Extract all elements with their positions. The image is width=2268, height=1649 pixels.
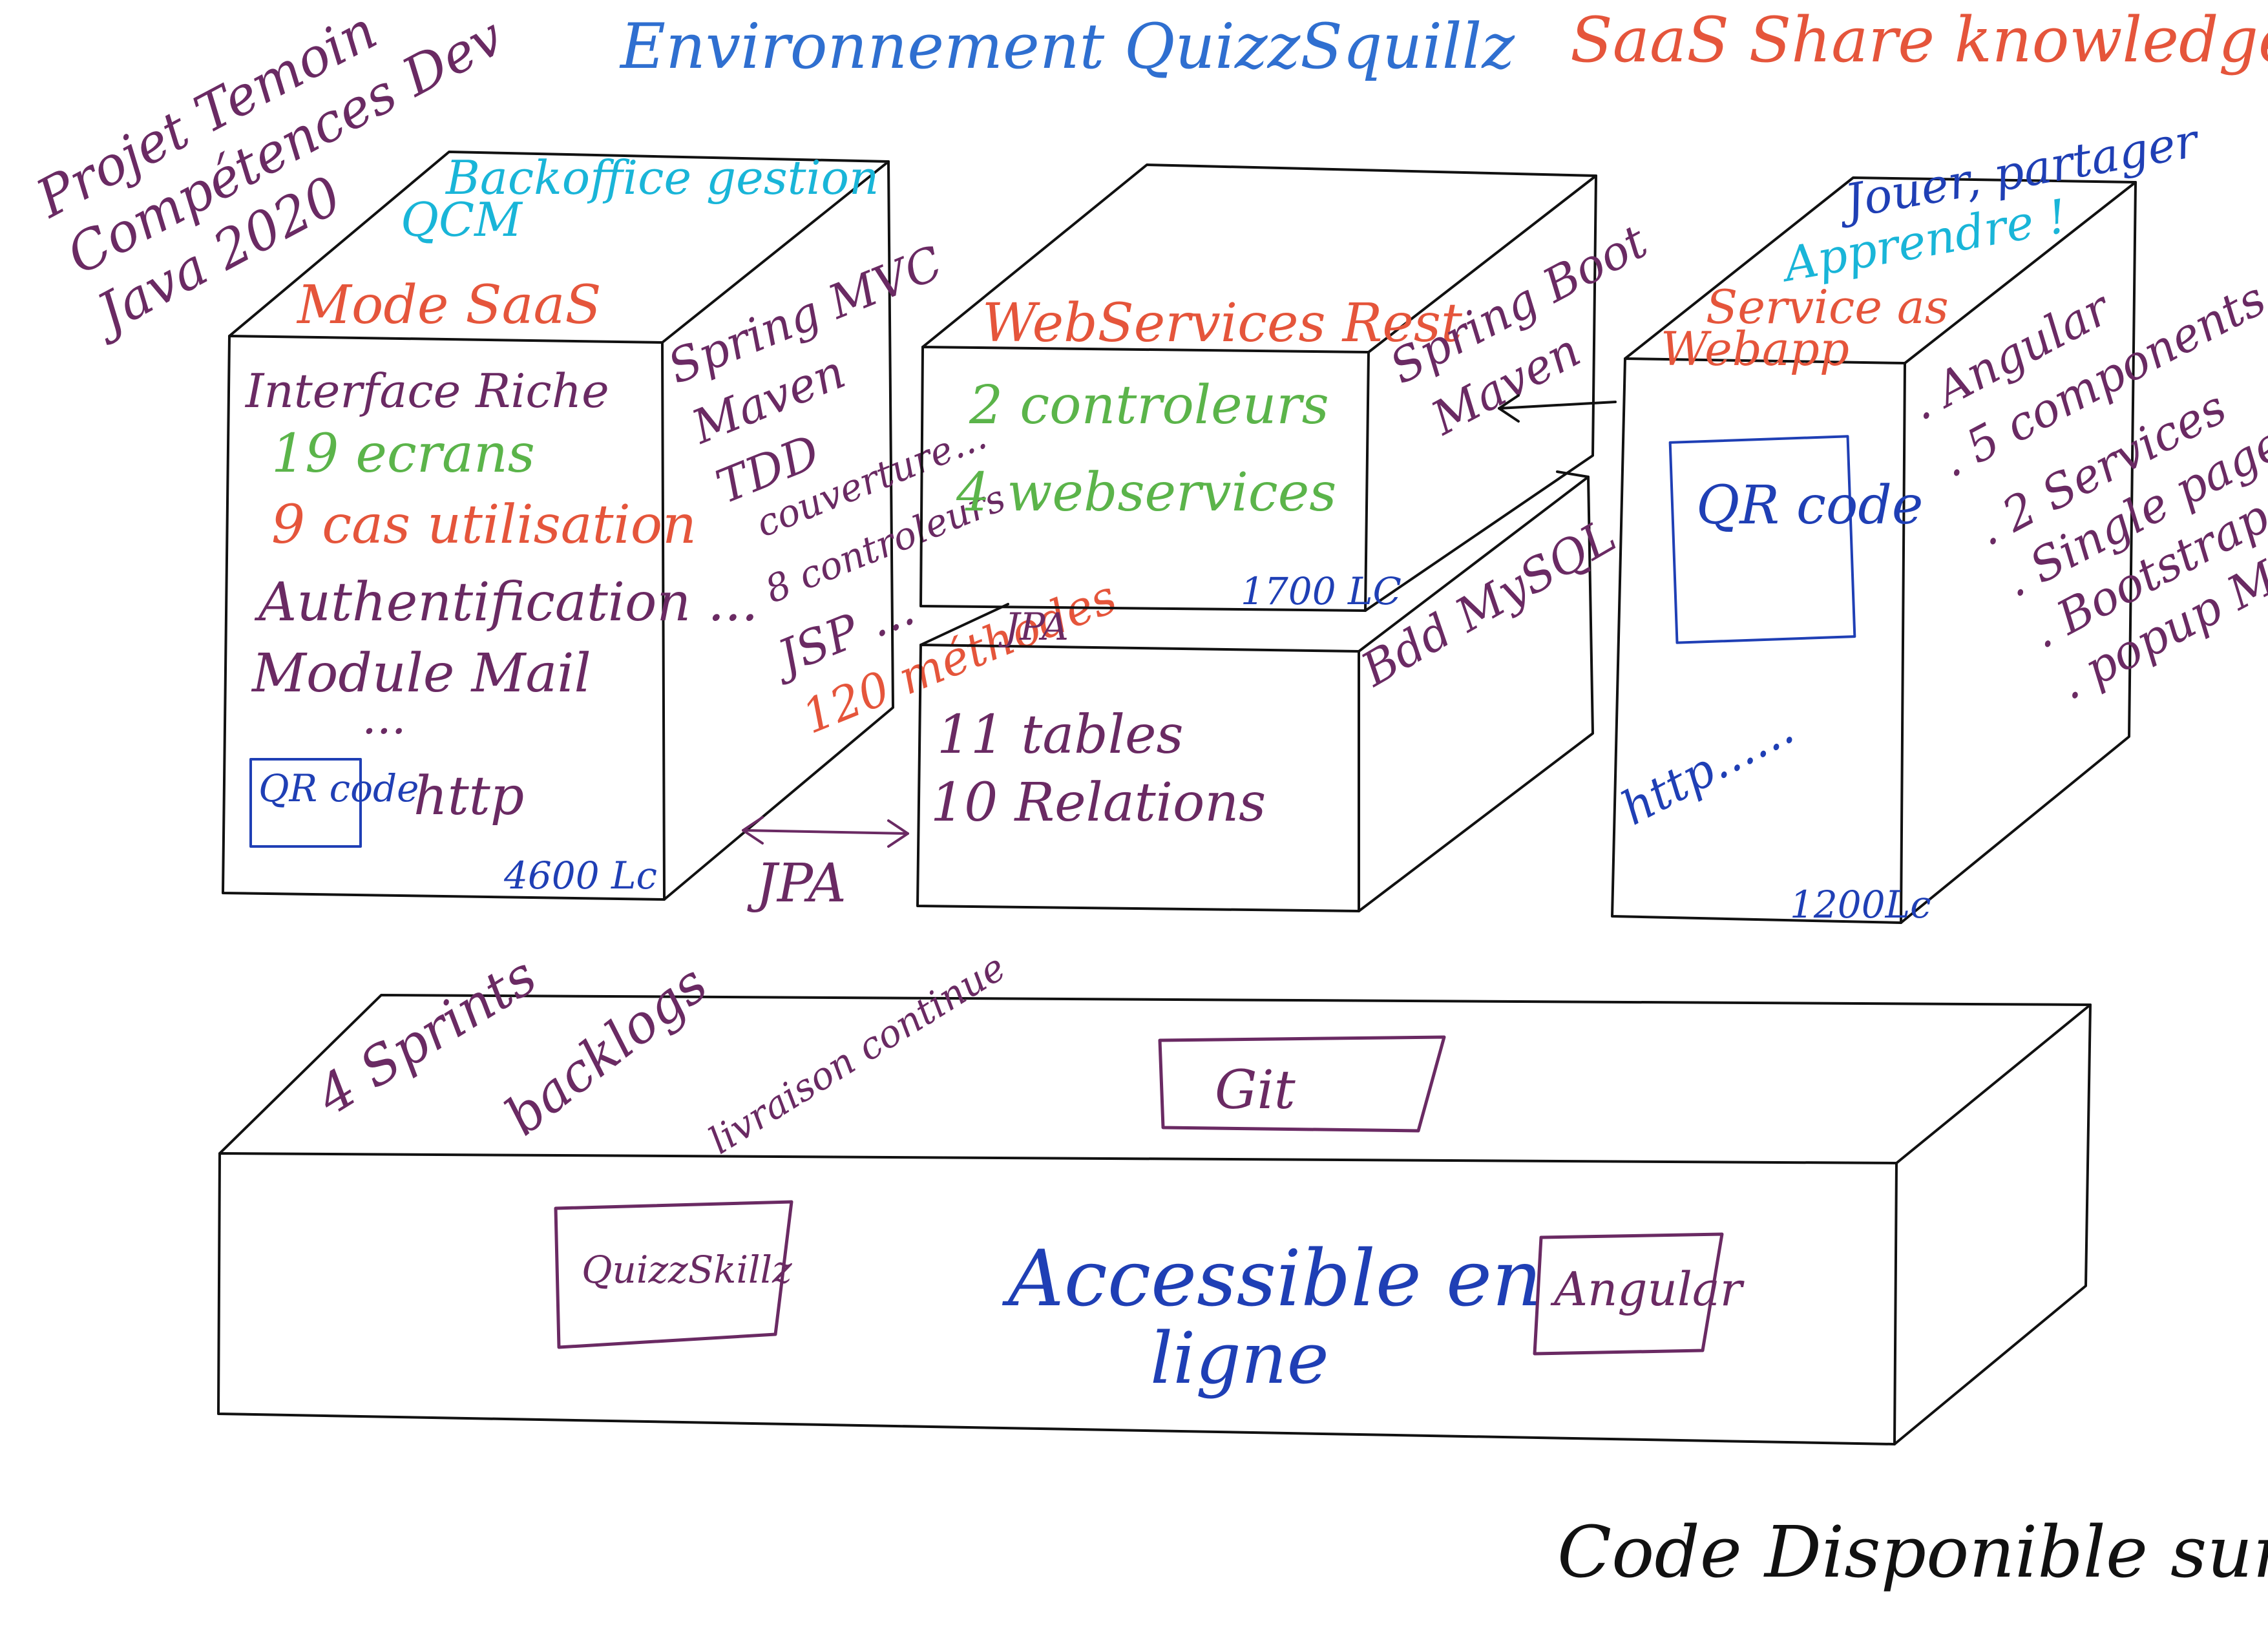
webservices-line-2: 4 webservices: [956, 462, 1336, 523]
backoffice-line-2: 19 ecrans: [271, 423, 535, 485]
backoffice-line-5: Module Mail: [251, 643, 591, 704]
database-line-1: 11 tables: [937, 704, 1184, 766]
webapp-box: Jouer, partager Apprendre ! Service as W…: [1611, 113, 2268, 927]
platform-center-line-1: Accessible en: [1002, 1234, 1542, 1324]
webapp-http-label: http......: [1613, 700, 1802, 835]
platform-side-face: [1893, 1003, 2092, 1445]
jpa-arrow: JPA: [742, 816, 909, 914]
webapp-loc: 1200Lc: [1790, 883, 1931, 927]
platform-git-label: Git: [1215, 1060, 1296, 1121]
diagram-title: Environnement QuizzSquillz: [619, 10, 1515, 83]
saas-tag: SaaS Share knowledge: [1570, 4, 2268, 76]
webservices-loc: 1700 LC: [1241, 569, 1402, 613]
webapp-qr-label: QR code: [1696, 475, 1923, 536]
database-box: JPA 11 tables 10 Relations Bdd MySQL: [916, 470, 1625, 912]
webapp-title-2: Webapp: [1661, 322, 1849, 376]
jpa-arrow-line: [742, 829, 909, 835]
git-frame: [1158, 1035, 1446, 1133]
architecture-sketch: Environnement QuizzSquillz SaaS Share kn…: [26, 0, 2268, 1593]
backoffice-line-6: ...: [362, 690, 406, 744]
platform-box: 4 Sprints backlogs livraison continue Gi…: [217, 945, 2092, 1445]
webapp-qr-frame: [1668, 435, 1856, 644]
footer-note: Code Disponible sur Git: [1557, 1511, 2268, 1593]
backoffice-caption-2: QCM: [401, 193, 523, 247]
jpa-arrow-label: JPA: [747, 853, 846, 914]
backoffice-line-3: 9 cas utilisation: [271, 494, 697, 556]
backoffice-mode-label: Mode SaaS: [296, 275, 602, 336]
backoffice-loc: 4600 Lc: [503, 854, 657, 898]
backoffice-line-4: Authentification ...: [254, 572, 758, 633]
database-jpa-top: JPA: [998, 605, 1069, 649]
webservices-line-1: 2 controleurs: [969, 375, 1329, 436]
platform-right-badge: Angular: [1550, 1262, 1745, 1316]
platform-left-badge: QuizzSkillz: [582, 1248, 792, 1292]
backoffice-qr-label: QR code: [258, 766, 419, 810]
database-line-2: 10 Relations: [930, 772, 1266, 834]
platform-top-item-3: livraison continue: [701, 945, 1013, 1163]
backoffice-line-1: Interface Riche: [244, 364, 609, 418]
platform-center-line-2: ligne: [1150, 1317, 1329, 1400]
backoffice-http-label: http: [414, 766, 524, 827]
